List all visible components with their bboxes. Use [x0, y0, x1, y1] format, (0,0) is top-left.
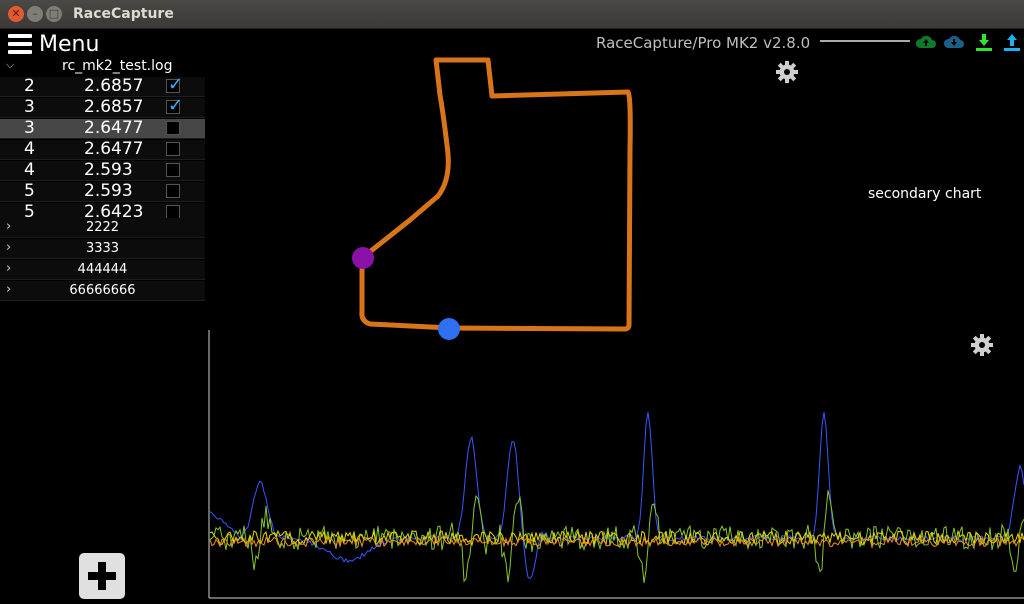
add-button[interactable] [79, 553, 125, 599]
lap-checkbox[interactable]: ✓ [166, 74, 183, 95]
session-name: 66666666 [69, 283, 136, 298]
lap-checkbox[interactable]: ✓ [166, 95, 183, 116]
session-name: 3333 [85, 241, 120, 256]
window-close-button[interactable]: ✕ [8, 6, 24, 22]
session-name: 444444 [77, 262, 128, 277]
check-icon: ✓ [168, 74, 184, 95]
lap-time: 2.6477 [84, 118, 144, 138]
lap-row[interactable]: 3 2.6857 ✓ [0, 95, 205, 118]
lap-checkbox[interactable] [166, 142, 180, 156]
lap-list: 2 2.6857 ✓ 3 2.6857 ✓ 3 2.6477 4 2.6477 … [0, 74, 205, 224]
lap-time: 2.6477 [84, 139, 144, 159]
session-name: rc_mk2_test.log [62, 58, 173, 74]
track-settings-gear-icon[interactable] [775, 60, 799, 84]
lap-row[interactable]: 4 2.593 [0, 161, 205, 181]
lap-number: 3 [24, 118, 35, 138]
check-icon: ✓ [168, 95, 184, 116]
telemetry-chart[interactable] [208, 330, 1024, 602]
lap-number: 3 [24, 97, 35, 117]
hamburger-icon [8, 34, 32, 54]
track-marker-purple [352, 247, 374, 269]
device-status: RaceCapture/Pro MK2 v2.8.0 [596, 34, 811, 52]
window-title: RaceCapture [73, 6, 174, 22]
download-icon[interactable] [974, 32, 994, 52]
lap-number: 4 [24, 139, 35, 159]
lap-row-selected[interactable]: 3 2.6477 [0, 119, 205, 139]
session-row[interactable]: › 444444 [0, 260, 205, 280]
session-name: 2222 [85, 220, 120, 235]
session-row[interactable]: › 66666666 [0, 281, 205, 301]
lap-time: 2.593 [84, 160, 133, 180]
lap-time: 2.6857 [84, 97, 144, 117]
upload-icon[interactable] [1002, 32, 1022, 52]
lap-row[interactable]: 5 2.593 [0, 182, 205, 202]
cloud-upload-icon[interactable] [916, 32, 936, 52]
session-list: › 2222 › 3333 › 444444 › 66666666 [0, 218, 205, 302]
window-minimize-button[interactable]: – [27, 6, 43, 22]
session-row[interactable]: › 3333 [0, 239, 205, 259]
lap-row[interactable]: 4 2.6477 [0, 140, 205, 160]
lap-row[interactable]: 2 2.6857 ✓ [0, 74, 205, 97]
lap-number: 5 [24, 181, 35, 201]
cloud-download-icon[interactable] [944, 32, 964, 52]
window-maximize-button[interactable]: □ [46, 6, 62, 22]
lap-checkbox[interactable] [166, 205, 180, 219]
lap-number: 4 [24, 160, 35, 180]
lap-number: 2 [24, 76, 35, 96]
lap-time: 2.6857 [84, 76, 144, 96]
device-status-bar [820, 40, 910, 42]
menu-label: Menu [39, 31, 100, 57]
secondary-chart-label: secondary chart [868, 186, 982, 202]
lap-checkbox[interactable] [166, 184, 180, 198]
session-row[interactable]: › 2222 [0, 218, 205, 238]
lap-checkbox[interactable] [166, 121, 180, 135]
lap-time: 2.593 [84, 181, 133, 201]
track-outline [359, 57, 633, 332]
window-titlebar: ✕ – □ RaceCapture [0, 0, 1024, 29]
chevron-down-icon: ⌵ [6, 58, 15, 71]
lap-checkbox[interactable] [166, 163, 180, 177]
series-line-blue [209, 412, 1024, 580]
menu-button[interactable]: Menu [8, 31, 100, 57]
